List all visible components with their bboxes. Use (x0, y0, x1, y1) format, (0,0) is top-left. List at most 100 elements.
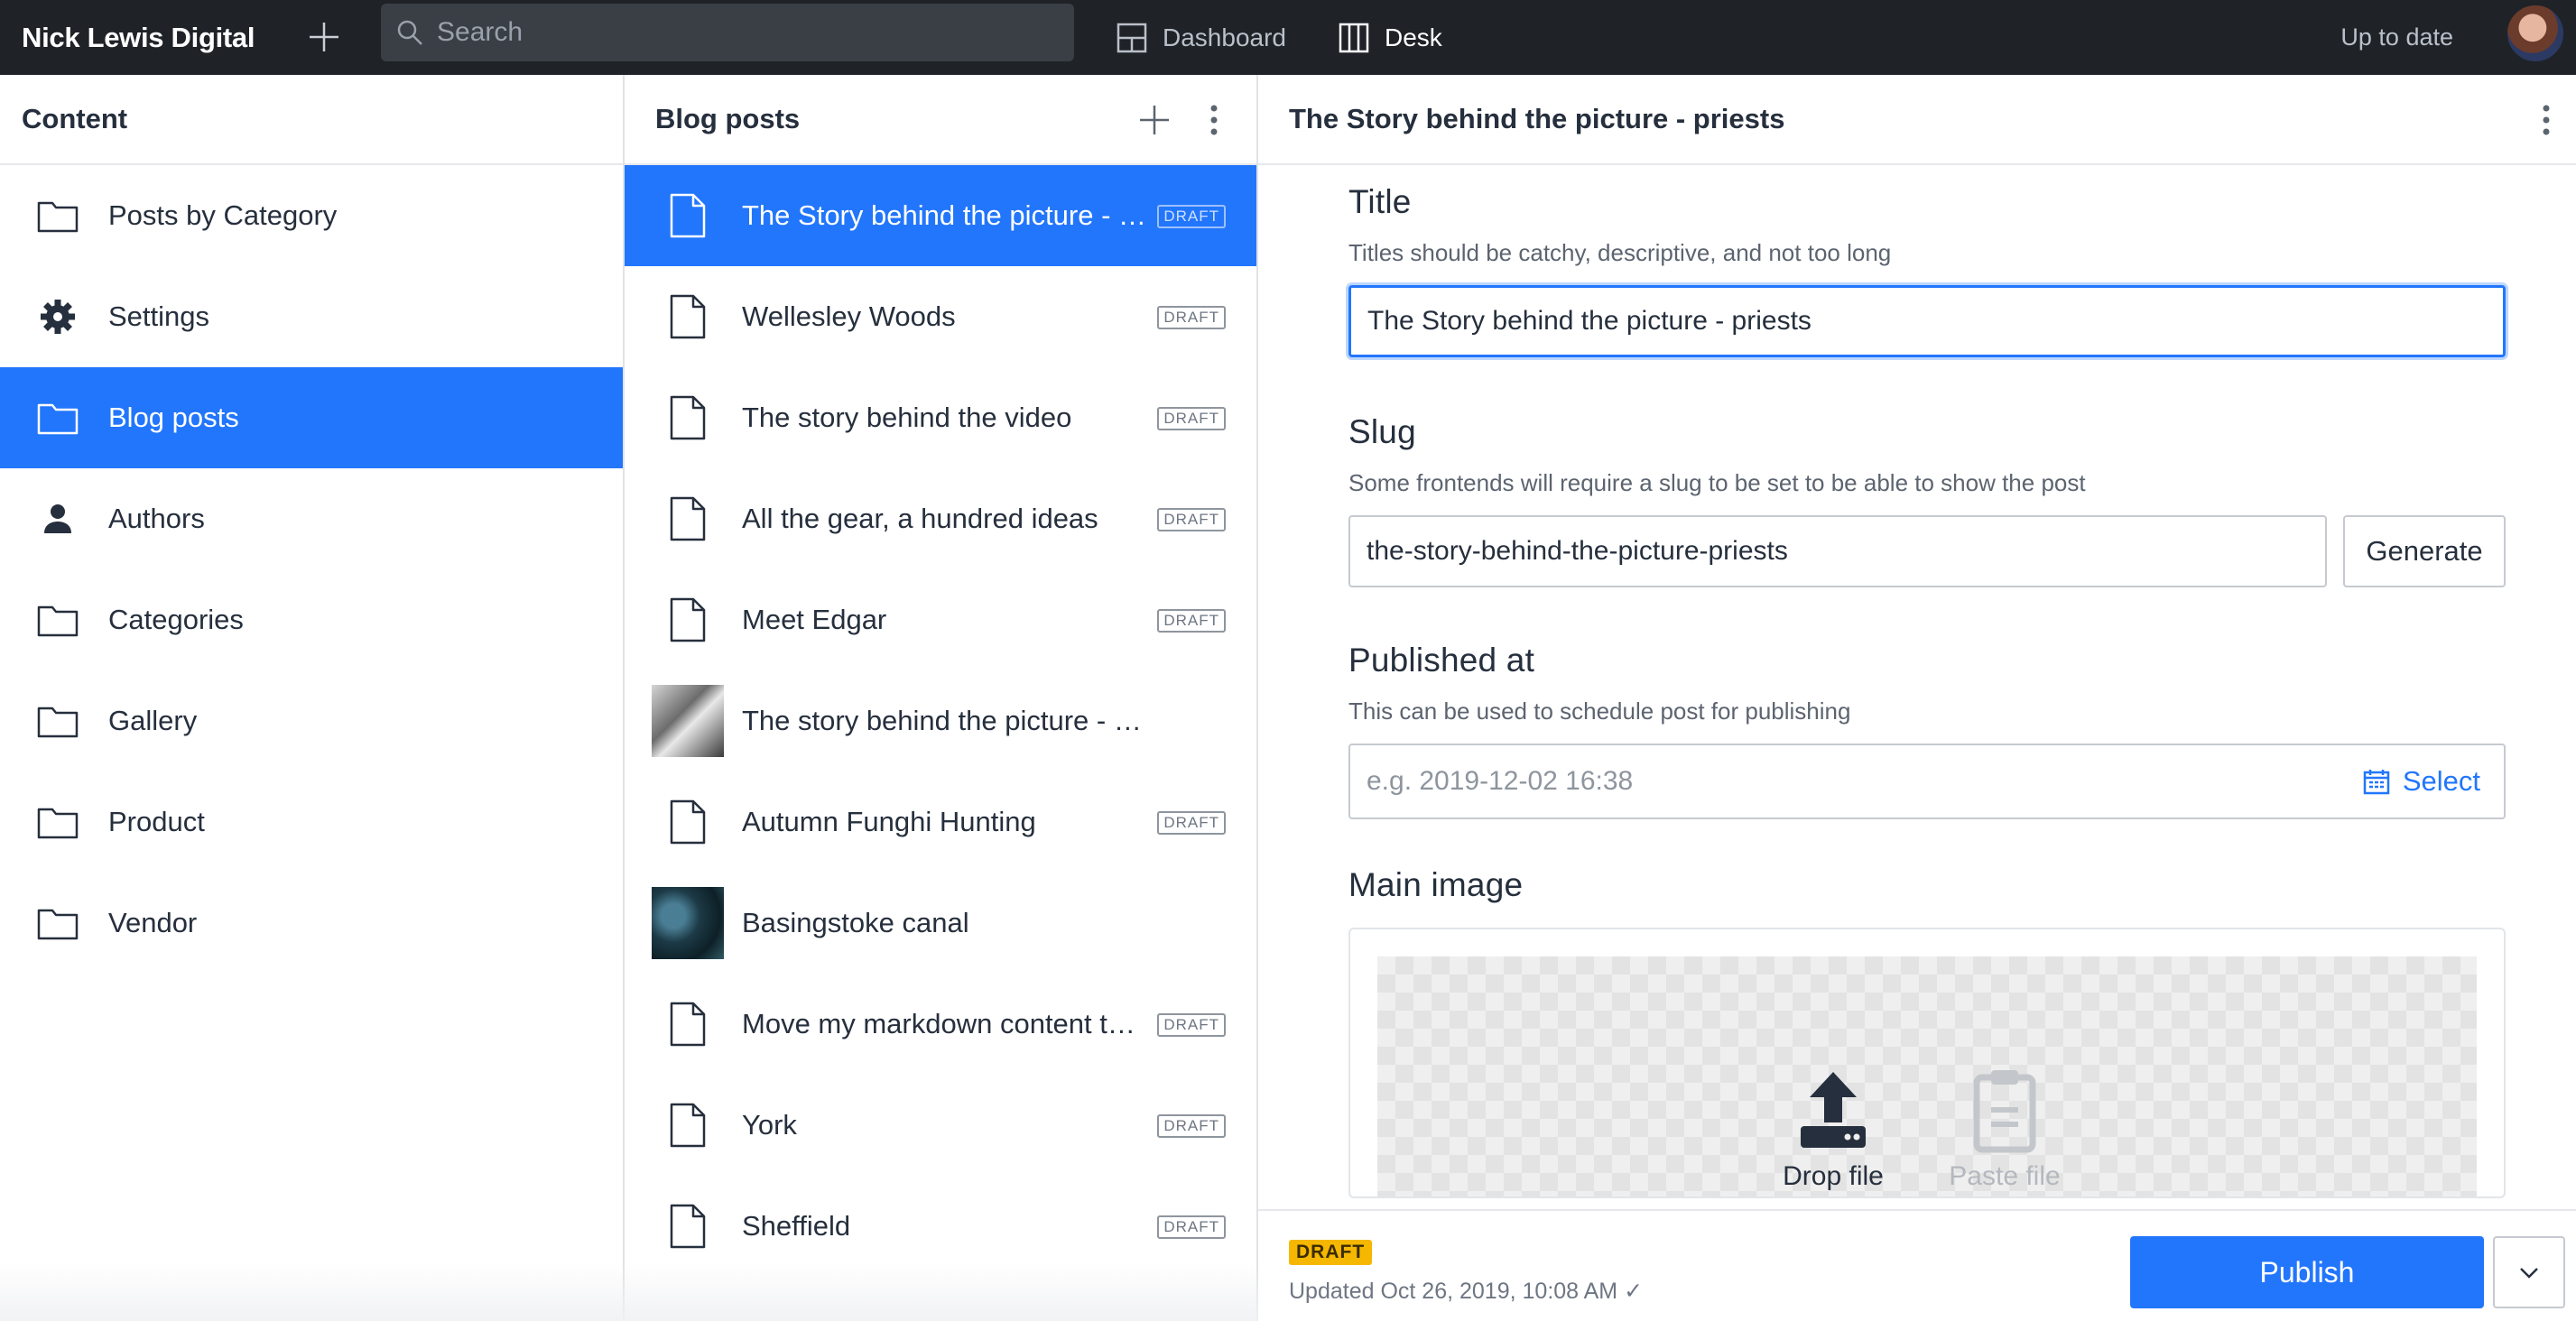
date-select-label: Select (2402, 765, 2480, 797)
sidebar-item-authors[interactable]: Authors (0, 468, 623, 569)
paste-file-button[interactable]: Paste file (1946, 1067, 2063, 1192)
desk-label: Desk (1385, 23, 1442, 51)
post-item[interactable]: Move my markdown content to Sanity DRAFT (625, 974, 1256, 1075)
draft-badge: DRAFT (1157, 205, 1226, 228)
post-item[interactable]: Sheffield DRAFT (625, 1176, 1256, 1277)
gear-icon (36, 295, 79, 338)
desk-icon (1339, 23, 1369, 52)
content-pane: Content Posts by Category Settings Blog … (0, 75, 625, 1321)
sidebar-item-label: Categories (108, 604, 244, 635)
post-item[interactable]: The story behind the picture - Bride and… (625, 670, 1256, 771)
published-at-label: Published at (1348, 642, 1535, 679)
post-item[interactable]: Basingstoke canal (625, 873, 1256, 974)
publish-menu-button[interactable] (2493, 1236, 2565, 1308)
sidebar-item-vendor[interactable]: Vendor (0, 873, 623, 974)
blog-posts-header: Blog posts (625, 75, 1256, 165)
avatar[interactable] (2506, 4, 2565, 63)
title-description: Titles should be catchy, descriptive, an… (1348, 239, 1892, 266)
post-item[interactable]: Wellesley Woods DRAFT (625, 266, 1256, 367)
document-footer: DRAFT Updated Oct 26, 2019, 10:08 AM ✓ P… (1258, 1209, 2576, 1321)
post-item[interactable]: All the gear, a hundred ideas DRAFT (625, 468, 1256, 569)
post-item[interactable]: The Story behind the picture - priests D… (625, 165, 1256, 266)
sidebar-item-label: Settings (108, 300, 210, 332)
updated-timestamp: Updated Oct 26, 2019, 10:08 AM ✓ (1289, 1279, 1644, 1304)
upload-icon (1801, 1072, 1866, 1148)
sync-status: Up to date (2340, 23, 2453, 51)
draft-badge: DRAFT (1157, 1215, 1226, 1239)
calendar-icon (2363, 770, 2390, 795)
post-item[interactable]: York DRAFT (625, 1075, 1256, 1176)
sidebar-item-label: Gallery (108, 705, 198, 736)
publish-button[interactable]: Publish (2130, 1236, 2484, 1308)
folder-icon (36, 901, 79, 945)
slug-input[interactable] (1348, 515, 2327, 587)
create-new-icon[interactable] (303, 16, 345, 58)
blog-posts-title: Blog posts (655, 103, 801, 134)
post-item[interactable]: Meet Edgar DRAFT (625, 569, 1256, 670)
post-title: Meet Edgar (742, 604, 887, 635)
drop-file-button[interactable]: Drop file (1774, 1067, 1892, 1192)
image-upload-area[interactable]: Drop file Paste file (1348, 928, 2506, 1198)
post-title: Move my markdown content to Sanity (742, 1008, 1148, 1039)
dashboard-icon (1117, 23, 1147, 52)
sidebar-item-settings[interactable]: Settings (0, 266, 623, 367)
brand-title[interactable]: Nick Lewis Digital (22, 0, 255, 75)
document-icon (652, 281, 724, 353)
post-title: Wellesley Woods (742, 300, 956, 332)
paste-file-label: Paste file (1949, 1161, 2061, 1191)
document-icon (652, 180, 724, 252)
draft-badge: DRAFT (1157, 1114, 1226, 1138)
more-options-icon[interactable] (1193, 99, 1235, 141)
post-title: Autumn Funghi Hunting (742, 806, 1036, 837)
search-input[interactable] (437, 17, 1051, 48)
dashboard-tool[interactable]: Dashboard (1116, 0, 1286, 75)
sidebar-item-posts-by-category[interactable]: Posts by Category (0, 165, 623, 266)
post-thumbnail (652, 887, 724, 959)
draft-badge: DRAFT (1157, 407, 1226, 430)
slug-field: Slug Some frontends will require a slug … (1348, 413, 2506, 587)
sidebar-item-label: Blog posts (108, 402, 239, 433)
document-icon (652, 1190, 724, 1262)
main-image-field: Main image Drop file Paste file (1348, 866, 2506, 1198)
document-icon (652, 988, 724, 1060)
document-icon (652, 1089, 724, 1161)
document-icon (652, 382, 724, 454)
slug-description: Some frontends will require a slug to be… (1348, 469, 2086, 496)
post-title: Basingstoke canal (742, 907, 969, 938)
search-box[interactable] (381, 4, 1074, 61)
sidebar-item-gallery[interactable]: Gallery (0, 670, 623, 771)
document-icon (652, 786, 724, 858)
drop-file-label: Drop file (1783, 1161, 1884, 1191)
sidebar-item-blog-posts[interactable]: Blog posts (0, 367, 623, 468)
title-field: Title Titles should be catchy, descripti… (1348, 183, 2506, 357)
generate-slug-button[interactable]: Generate (2343, 515, 2506, 587)
sidebar-item-label: Product (108, 806, 205, 837)
top-navbar: Nick Lewis Digital Dashboard Desk Up to … (0, 0, 2576, 75)
folder-icon (36, 800, 79, 844)
document-menu-icon[interactable] (2525, 99, 2567, 141)
draft-badge: DRAFT (1157, 609, 1226, 633)
search-icon (397, 20, 422, 45)
title-label: Title (1348, 183, 1412, 220)
draft-badge: DRAFT (1157, 811, 1226, 835)
post-title: The story behind the picture - Bride and… (742, 705, 1148, 736)
post-title: Sheffield (742, 1210, 851, 1242)
content-pane-title: Content (22, 103, 128, 134)
folder-icon (36, 699, 79, 743)
published-at-input[interactable] (1348, 744, 2506, 819)
add-post-icon[interactable] (1134, 99, 1175, 141)
main-image-label: Main image (1348, 866, 1524, 903)
post-title: The story behind the video (742, 402, 1072, 433)
sidebar-item-product[interactable]: Product (0, 771, 623, 873)
title-input[interactable] (1348, 285, 2506, 357)
desk-tool[interactable]: Desk (1338, 0, 1442, 75)
post-thumbnail (652, 685, 724, 757)
content-pane-header: Content (0, 75, 623, 165)
post-item[interactable]: The story behind the video DRAFT (625, 367, 1256, 468)
post-item[interactable]: Autumn Funghi Hunting DRAFT (625, 771, 1256, 873)
draft-badge: DRAFT (1157, 508, 1226, 531)
date-select-button[interactable]: Select (2363, 744, 2480, 819)
sidebar-item-categories[interactable]: Categories (0, 569, 623, 670)
image-placeholder (1377, 956, 2477, 1196)
post-title: The Story behind the picture - priests (742, 199, 1148, 231)
